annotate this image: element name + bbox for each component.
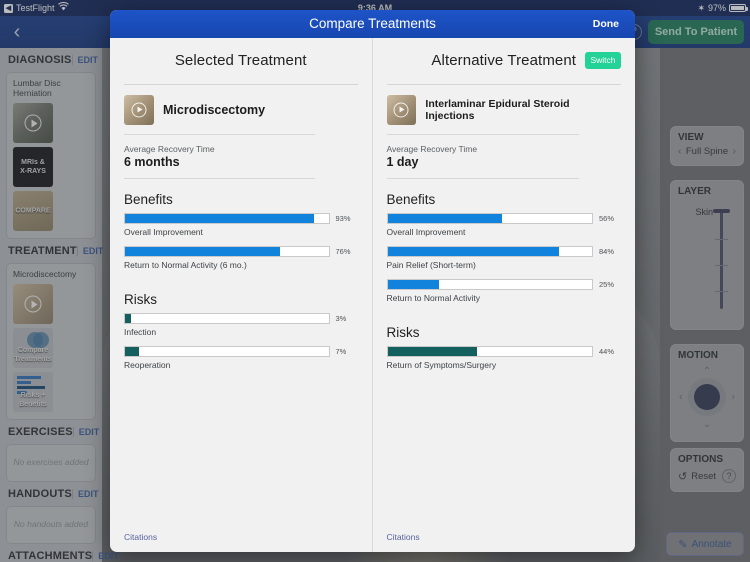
bar-percent: 56% [599,214,615,223]
selected-risks-heading: Risks [124,292,157,307]
risk-bar-item: 44% Return of Symptoms/Surgery [386,346,622,379]
bar-row: 76% [124,246,358,257]
bar-track [124,346,330,357]
benefit-bar-item: 76% Return to Normal Activity (6 mo.) [124,246,358,279]
bar-label: Overall Improvement [386,227,466,237]
selected-treatment-name: Microdiscectomy [163,103,266,117]
selected-recovery-value: 6 months [124,155,180,169]
bar-row: 25% [386,279,622,290]
bar-percent: 25% [599,280,615,289]
bar-percent: 3% [335,314,347,323]
bar-row: 93% [124,213,358,224]
selected-column-header: Selected Treatment [124,50,358,80]
modal-body: Selected Treatment Microdiscectomy Avera… [110,38,635,552]
bar-percent: 84% [599,247,615,256]
alternative-treatment-column: Alternative Treatment Switch Interlamina… [373,38,636,552]
bar-track [386,213,593,224]
app-root: ◀ TestFlight 9:36 AM ✶ 97% ‹ ? [0,0,750,562]
selected-treatment-row[interactable]: Microdiscectomy [124,85,358,125]
bar-label: Return to Normal Activity [386,293,481,303]
alternative-column-header: Alternative Treatment Switch [387,50,621,80]
benefit-bar-item: 93% Overall Improvement [124,213,358,246]
selected-column-title: Selected Treatment [174,52,307,69]
benefit-bar-item: 25% Return to Normal Activity [386,279,622,312]
bar-label: Return of Symptoms/Surgery [386,360,497,370]
bar-row: 7% [124,346,358,357]
bar-percent: 44% [599,347,615,356]
alternative-citations-link[interactable]: Citations [387,532,420,542]
alternative-recovery-value: 1 day [386,155,419,169]
bar-row: 44% [386,346,622,357]
selected-treatment-video-thumb[interactable] [124,95,154,125]
bar-label: Return to Normal Activity (6 mo.) [124,260,247,270]
bar-label: Infection [124,327,157,337]
alternative-recovery-label: Average Recovery Time [386,144,478,154]
compare-treatments-modal: Compare Treatments Done Selected Treatme… [110,10,635,552]
alternative-treatment-video-thumb[interactable] [386,95,417,125]
bar-fill [387,214,503,223]
bar-row: 56% [386,213,622,224]
bar-label: Pain Relief (Short-term) [386,260,476,270]
bar-percent: 7% [335,347,347,356]
selected-treatment-column: Selected Treatment Microdiscectomy Avera… [110,38,373,552]
selected-citations-link[interactable]: Citations [124,532,157,542]
bar-fill [125,314,132,323]
bar-track [124,313,330,324]
play-icon [131,102,147,118]
modal-done-button[interactable]: Done [593,10,619,38]
selected-recovery-label: Average Recovery Time [124,144,215,154]
bar-row: 3% [124,313,358,324]
bar-track [124,213,330,224]
benefit-bar-item: 56% Overall Improvement [386,213,622,246]
bar-fill [125,214,315,223]
play-icon [393,102,409,118]
selected-benefits-heading: Benefits [124,192,173,207]
alternative-treatment-name: Interlaminar Epidural Steroid Injections [425,98,570,122]
alternative-treatment-row[interactable]: Interlaminar Epidural Steroid Injections [386,85,622,125]
bar-track [386,346,593,357]
modal-titlebar: Compare Treatments Done [110,10,635,38]
benefit-bar-item: 84% Pain Relief (Short-term) [386,246,622,279]
bar-fill [125,247,280,256]
bar-label: Overall Improvement [124,227,203,237]
bar-label: Reoperation [124,360,171,370]
bar-track [386,279,593,290]
risk-bar-item: 7% Reoperation [124,346,358,379]
bar-percent: 93% [335,214,351,223]
modal-title: Compare Treatments [309,16,436,31]
bar-fill [387,280,439,289]
alternative-risks-heading: Risks [386,325,420,340]
bar-track [124,246,330,257]
alternative-benefits-heading: Benefits [386,192,436,207]
bar-fill [387,247,560,256]
switch-button[interactable]: Switch [585,52,621,69]
bar-fill [387,347,478,356]
bar-percent: 76% [335,247,351,256]
risk-bar-item: 3% Infection [124,313,358,346]
bar-track [386,246,593,257]
bar-fill [125,347,140,356]
bar-row: 84% [386,246,622,257]
